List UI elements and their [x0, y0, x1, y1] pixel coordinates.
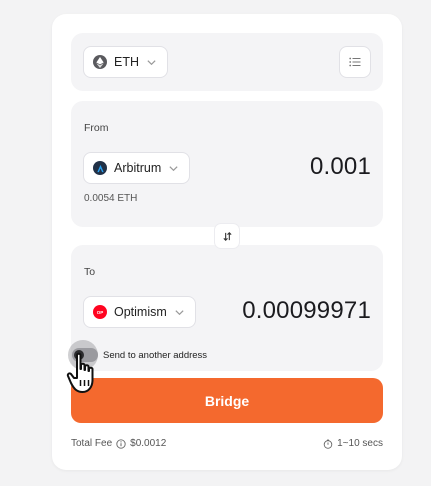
time-value: 1~10 secs [337, 438, 383, 449]
fee-label: Total Fee [71, 438, 113, 449]
from-amount-input[interactable]: 0.001 [310, 153, 371, 181]
send-to-another-label: Send to another address [103, 349, 208, 361]
chevron-down-icon [147, 59, 156, 65]
ethereum-icon [93, 55, 107, 69]
timer-icon [323, 439, 333, 449]
from-balance: 0.0054 ETH [84, 193, 138, 204]
bridge-button[interactable]: Bridge [71, 378, 383, 423]
chevron-down-icon [175, 309, 184, 315]
optimism-icon: OP [93, 305, 107, 319]
to-chain-select[interactable]: OP Optimism [83, 296, 196, 328]
menu-button[interactable] [339, 46, 371, 78]
hand-pointer-cursor-icon [66, 352, 94, 393]
to-chain-name: Optimism [114, 305, 167, 319]
fee-info: Total Fee $0.0012 [71, 438, 166, 449]
optimism-badge-text: OP [96, 309, 104, 315]
to-amount: 0.00099971 [242, 297, 371, 324]
swap-direction-button[interactable] [214, 223, 240, 249]
to-label: To [84, 266, 96, 278]
from-chain-select[interactable]: Arbitrum [83, 152, 191, 184]
token-selector-row: ETH [71, 33, 383, 91]
from-panel: From Arbitrum 0.001 0.0054 ETH [71, 101, 383, 227]
token-select[interactable]: ETH [83, 46, 168, 78]
from-chain-name: Arbitrum [114, 161, 162, 175]
list-icon [349, 57, 361, 67]
footer: Total Fee $0.0012 1~10 secs [71, 438, 383, 449]
from-label: From [84, 122, 109, 134]
info-icon[interactable] [116, 438, 126, 449]
arbitrum-icon [93, 161, 107, 175]
token-symbol: ETH [114, 55, 139, 69]
fee-value: $0.0012 [130, 438, 167, 449]
time-info: 1~10 secs [319, 438, 383, 449]
swap-arrows-icon [222, 231, 232, 241]
chevron-down-icon [169, 165, 178, 171]
bridge-card: ETH From Arbitrum 0.001 0.0054 ETH To OP… [52, 14, 402, 470]
